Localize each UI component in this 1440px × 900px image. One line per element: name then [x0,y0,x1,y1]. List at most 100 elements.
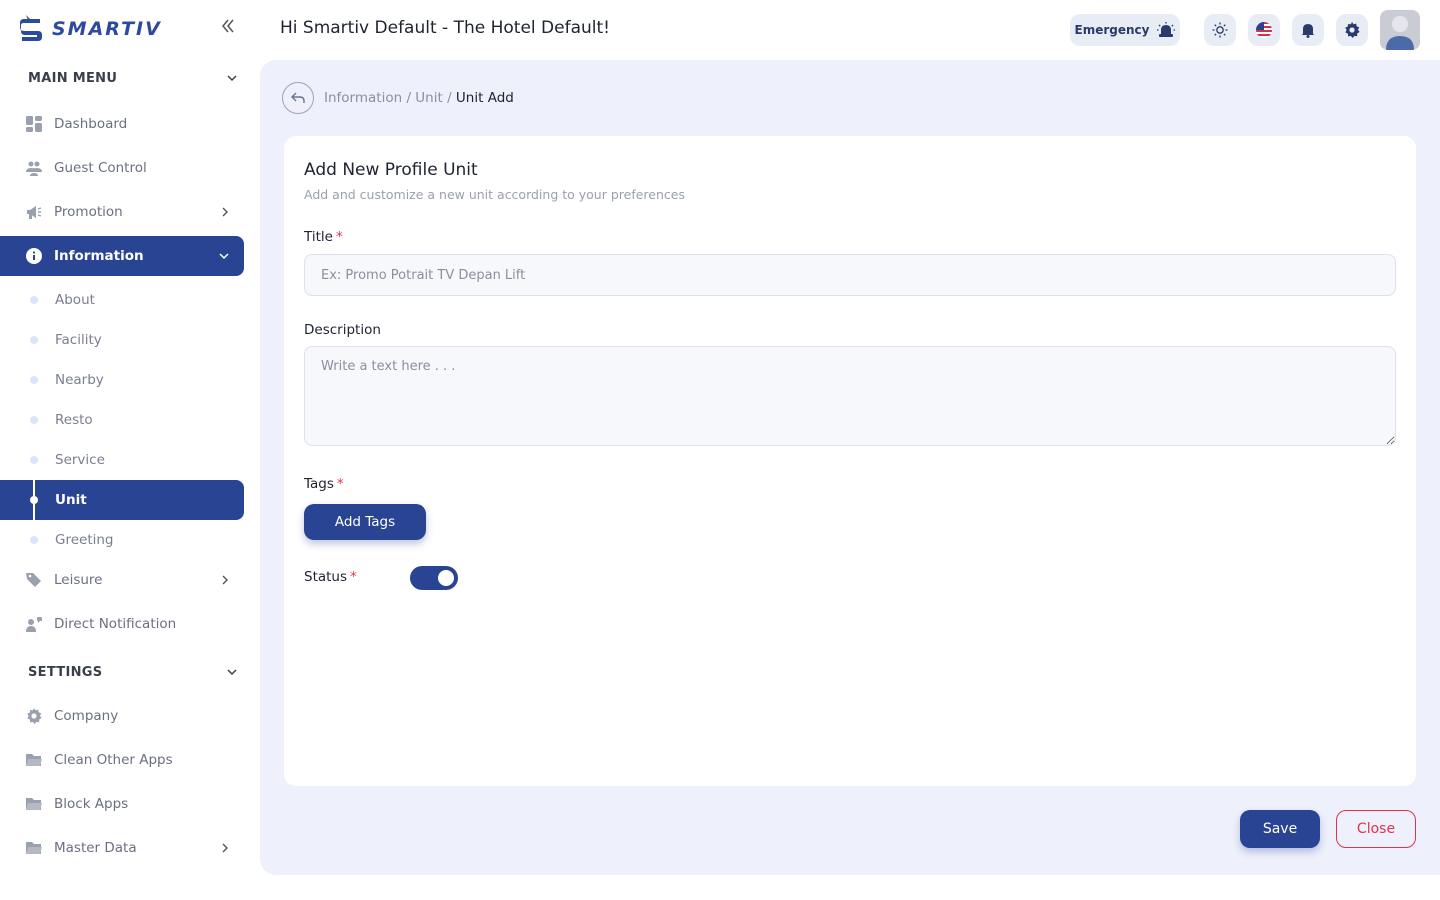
sidebar-item-label: Master Data [54,840,137,856]
sidebar-item-company[interactable]: Company [0,696,244,736]
megaphone-icon [26,204,42,220]
sidebar-item-block-apps[interactable]: Block Apps [0,784,244,824]
sun-icon [1212,22,1228,38]
folder-icon [26,752,42,768]
user-avatar-icon [1380,10,1420,50]
sidebar-item-guest-control[interactable]: Guest Control [0,148,244,188]
title-input[interactable] [304,254,1396,296]
bullet-dot [30,376,38,384]
back-arrow-icon [291,92,305,103]
sidebar-subitem-label: Facility [55,332,102,348]
tag-icon [26,572,42,588]
bell-icon [1301,24,1315,38]
bullet-dot [30,336,38,344]
sidebar-subitem-greeting[interactable]: Greeting [0,520,244,560]
theme-toggle-button[interactable] [1204,14,1236,46]
breadcrumb-unit[interactable]: Unit [415,90,442,106]
breadcrumb: Information / Unit / Unit Add [324,90,514,106]
sidebar-subitem-label: About [55,292,95,308]
description-textarea[interactable] [304,346,1396,446]
save-button[interactable]: Save [1240,810,1320,848]
notifications-button[interactable] [1292,14,1324,46]
close-button[interactable]: Close [1336,810,1416,848]
breadcrumb-information[interactable]: Information [324,90,402,106]
sidebar: SMARTIV MAIN MENU Dashboard Guest Contro… [0,0,260,900]
required-mark: * [350,569,357,585]
main-menu-label: MAIN MENU [28,70,118,86]
emergency-button[interactable]: Emergency [1070,14,1180,46]
app-logo[interactable]: SMARTIV [20,12,162,46]
double-chevron-left-icon [222,19,234,33]
sidebar-subitem-label: Service [55,452,105,468]
settings-button[interactable] [1336,14,1368,46]
sidebar-item-clean-other-apps[interactable]: Clean Other Apps [0,740,244,780]
sidebar-item-master-data[interactable]: Master Data [0,828,244,868]
page-greeting: Hi Smartiv Default - The Hotel Default! [280,18,610,38]
status-label: Status * [304,569,357,585]
bullet-dot [30,416,38,424]
gear-icon [1345,22,1360,38]
breadcrumb-current: Unit Add [455,90,514,106]
sidebar-item-label: Dashboard [54,116,128,132]
bullet-dot [30,296,38,304]
sidebar-item-label: Direct Notification [54,616,177,632]
folder-icon [26,840,42,856]
sidebar-subitem-facility[interactable]: Facility [0,320,244,360]
main-content: Information / Unit / Unit Add Add New Pr… [260,60,1440,875]
title-label-text: Title [304,229,333,245]
siren-icon [1157,22,1176,37]
notification-icon [26,616,42,632]
sidebar-item-label: Block Apps [54,796,129,812]
sidebar-subitem-label: Resto [55,412,93,428]
main-menu-header[interactable]: MAIN MENU [28,66,238,90]
smartiv-logo-icon [20,15,42,41]
chevron-right-icon [222,207,228,217]
status-label-text: Status [304,569,348,585]
us-flag-icon [1256,22,1272,38]
tags-label: Tags * [304,476,344,492]
sidebar-subitem-service[interactable]: Service [0,440,244,480]
language-button[interactable] [1248,14,1280,46]
sidebar-subitem-unit[interactable]: Unit [0,480,244,520]
title-label: Title * [304,229,343,245]
chevron-right-icon [222,843,228,853]
sidebar-item-promotion[interactable]: Promotion [0,192,244,232]
user-avatar[interactable] [1380,10,1420,50]
back-button[interactable] [282,82,314,114]
tags-label-text: Tags [304,476,334,492]
sidebar-subitem-label: Unit [55,492,87,508]
users-icon [26,160,42,176]
sidebar-item-dashboard[interactable]: Dashboard [0,104,244,144]
form-title: Add New Profile Unit [304,160,478,180]
sidebar-item-information[interactable]: Information [0,236,244,276]
breadcrumb-separator: / [442,90,456,106]
sidebar-item-label: Company [54,708,119,724]
add-tags-button[interactable]: Add Tags [304,504,426,540]
required-mark: * [335,229,343,245]
sidebar-subitem-nearby[interactable]: Nearby [0,360,244,400]
settings-header[interactable]: SETTINGS [28,660,238,684]
form-subtitle: Add and customize a new unit according t… [304,187,685,202]
sidebar-subitem-about[interactable]: About [0,280,244,320]
sidebar-item-label: Leisure [54,572,103,588]
sidebar-item-leisure[interactable]: Leisure [0,560,244,600]
bullet-dot [30,536,38,544]
sidebar-subitem-resto[interactable]: Resto [0,400,244,440]
form-card: Add New Profile Unit Add and customize a… [284,136,1416,786]
status-toggle[interactable] [410,566,458,590]
required-mark: * [336,476,344,492]
chevron-right-icon [222,575,228,585]
toggle-knob [438,570,454,586]
folder-icon [26,796,42,812]
settings-label: SETTINGS [28,664,103,680]
collapse-sidebar-button[interactable] [218,18,238,38]
sidebar-subitem-label: Greeting [55,532,114,548]
sidebar-item-direct-notification[interactable]: Direct Notification [0,604,244,644]
chevron-down-icon [227,75,237,82]
sidebar-item-label: Promotion [54,204,123,220]
emergency-label: Emergency [1074,23,1150,37]
chevron-down-icon [227,669,237,676]
sidebar-item-label: Guest Control [54,160,147,176]
chevron-down-icon [219,253,229,260]
sidebar-subitem-label: Nearby [55,372,104,388]
